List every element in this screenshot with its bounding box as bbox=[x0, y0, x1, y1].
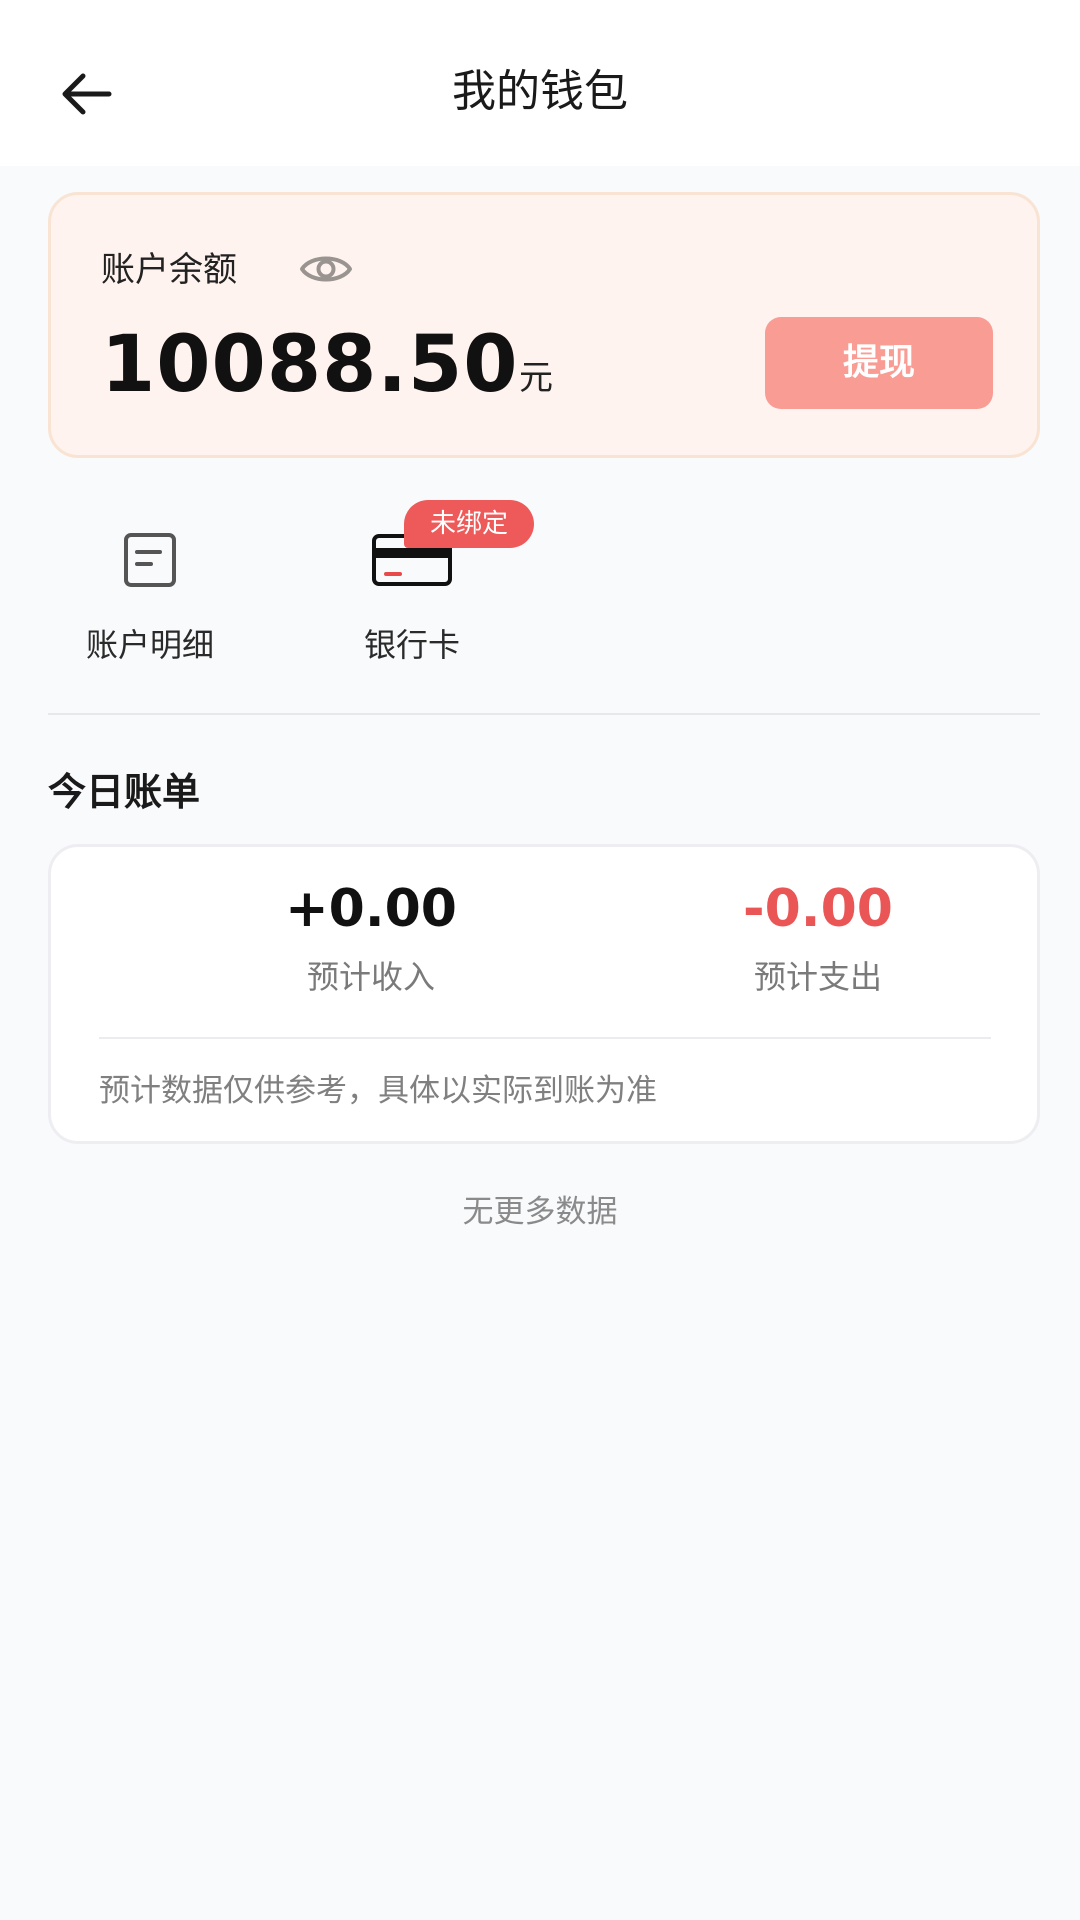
bill-note: 预计数据仅供参考，具体以实际到账为准 bbox=[99, 1073, 657, 1109]
bank-card-label: 银行卡 bbox=[363, 626, 460, 664]
unbound-badge: 未绑定 bbox=[404, 500, 534, 548]
today-bill-title: 今日账单 bbox=[48, 770, 201, 814]
document-icon bbox=[124, 533, 176, 587]
eye-icon[interactable] bbox=[299, 249, 353, 289]
balance-unit: 元 bbox=[519, 358, 553, 398]
bill-divider bbox=[99, 1037, 991, 1039]
account-detail-entry[interactable]: 账户明细 bbox=[50, 530, 250, 670]
top-bar: 我的钱包 bbox=[0, 0, 1080, 166]
account-detail-label: 账户明细 bbox=[85, 626, 214, 664]
no-more-data-text: 无更多数据 bbox=[462, 1194, 618, 1230]
section-divider bbox=[48, 713, 1040, 715]
expense-column: -0.00 预计支出 bbox=[638, 877, 998, 999]
bank-card-entry[interactable]: 银行卡 bbox=[312, 530, 512, 670]
expense-label: 预计支出 bbox=[753, 958, 882, 996]
expense-value: -0.00 bbox=[743, 879, 893, 939]
withdraw-button[interactable]: 提现 bbox=[765, 317, 993, 409]
page-title: 我的钱包 bbox=[452, 66, 628, 117]
income-value: +0.00 bbox=[285, 879, 457, 939]
balance-card: 账户余额 10088.50 元 提现 bbox=[48, 192, 1040, 458]
today-bill-card: +0.00 预计收入 -0.00 预计支出 预计数据仅供参考，具体以实际到账为准 bbox=[48, 844, 1040, 1144]
income-column: +0.00 预计收入 bbox=[191, 877, 551, 999]
balance-amount: 10088.50 bbox=[101, 320, 519, 410]
income-label: 预计收入 bbox=[306, 958, 435, 996]
balance-label: 账户余额 bbox=[101, 250, 237, 290]
